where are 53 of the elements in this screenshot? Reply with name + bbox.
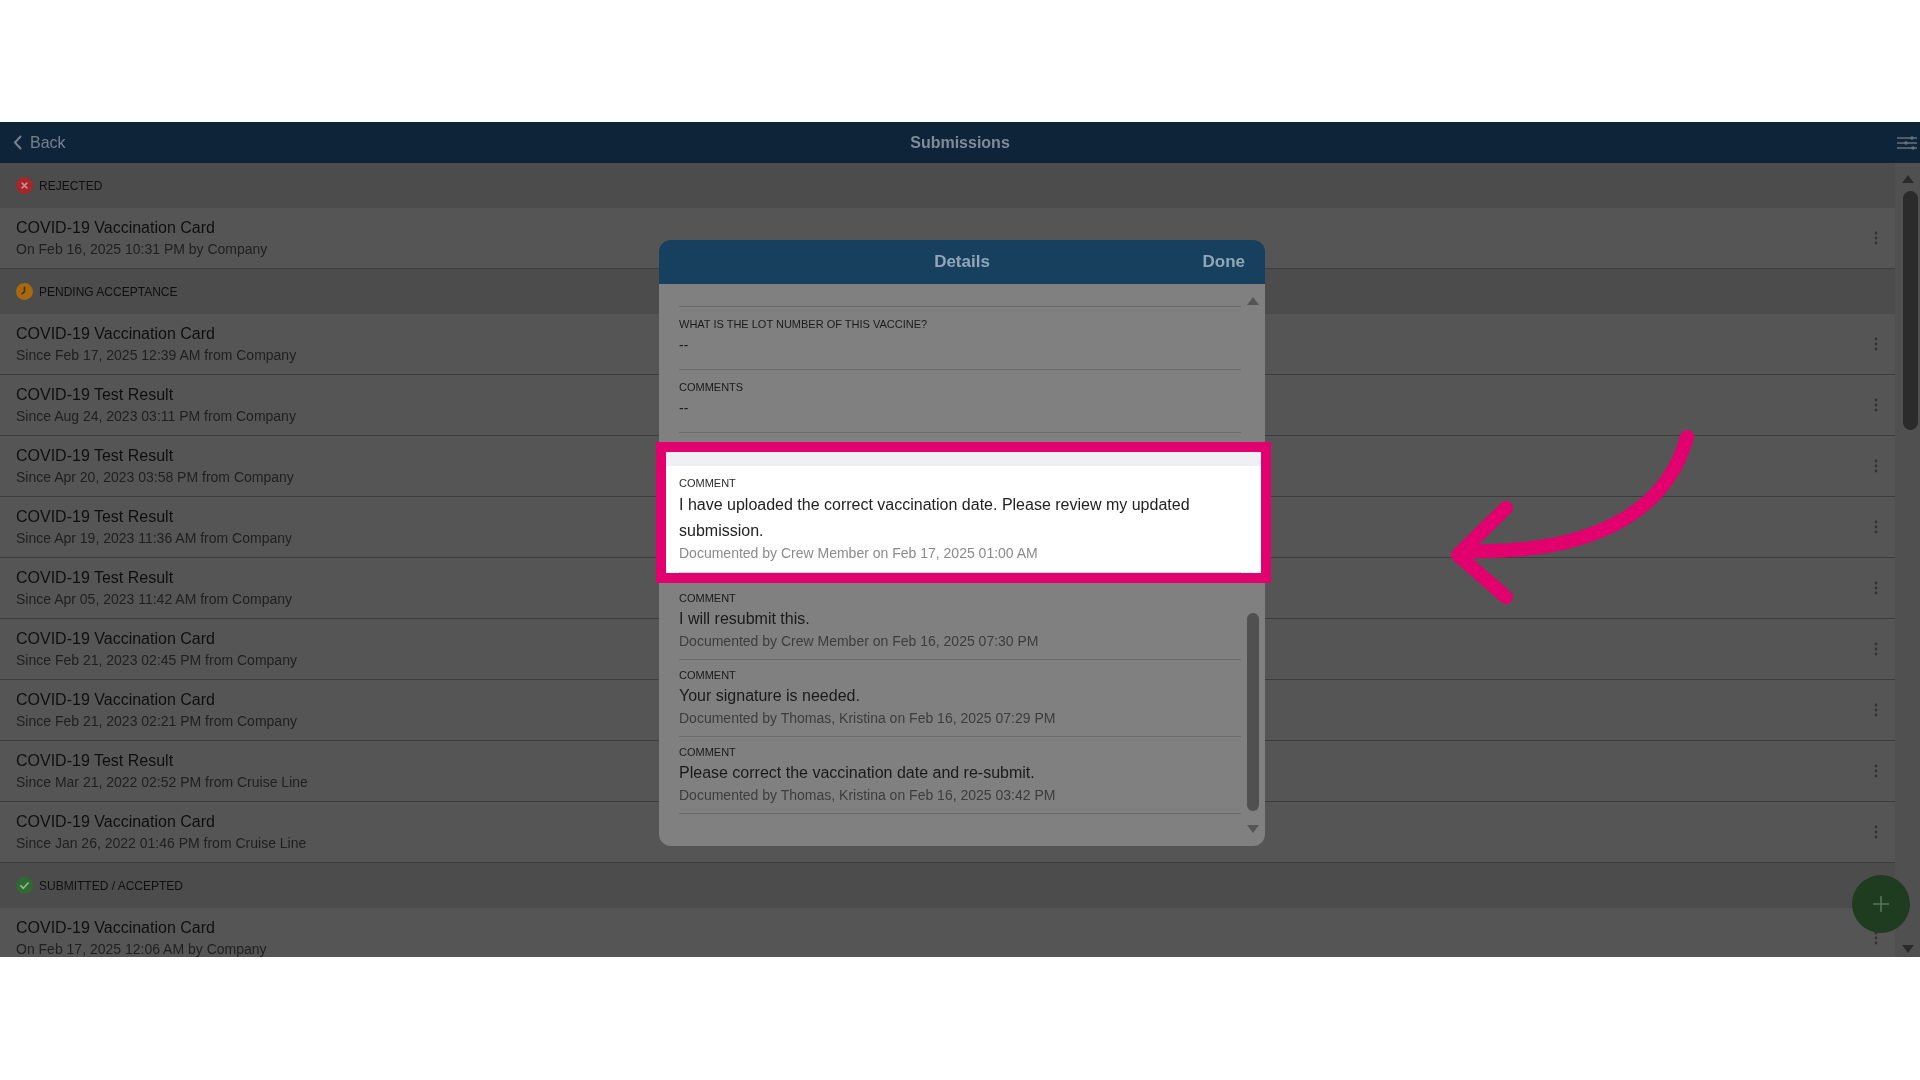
submission-title: COVID-19 Vaccination Card <box>16 812 216 832</box>
sliders-icon[interactable] <box>1896 134 1918 151</box>
submission-title: COVID-19 Test Result <box>16 446 175 466</box>
submission-title: COVID-19 Vaccination Card <box>16 690 216 710</box>
scroll-up-arrow-icon[interactable] <box>1901 175 1914 183</box>
kebab-menu-icon[interactable] <box>1874 825 1878 839</box>
kebab-menu-icon[interactable] <box>1874 764 1878 778</box>
scroll-down-arrow-icon[interactable] <box>1247 825 1259 833</box>
kebab-menu-icon[interactable] <box>1874 231 1878 245</box>
comment-text: I will resubmit this. <box>679 609 811 629</box>
comment-label: COMMENT <box>679 476 737 490</box>
submission-title: COVID-19 Vaccination Card <box>16 218 216 238</box>
kebab-menu-icon[interactable] <box>1874 337 1878 351</box>
kebab-menu-icon[interactable] <box>1874 642 1878 656</box>
field-label: COMMENTS <box>679 380 745 394</box>
comment-meta: Documented by Crew Member on Feb 16, 2025 07:30 PM <box>679 632 1040 650</box>
scrollbar-thumb[interactable] <box>1903 191 1918 430</box>
kebab-menu-icon[interactable] <box>1874 581 1878 595</box>
comment-label: COMMENT <box>679 668 737 682</box>
field-value: -- <box>679 399 690 418</box>
submission-title: COVID-19 Vaccination Card <box>16 918 216 938</box>
back-button[interactable]: Back <box>0 130 66 155</box>
chevron-left-icon <box>13 135 22 150</box>
dialog-title: Details <box>934 251 990 274</box>
comment-meta: Documented by Crew Member on Feb 17, 2025 01:00 AM <box>679 544 1039 562</box>
kebab-menu-icon[interactable] <box>1874 459 1878 473</box>
plus-icon <box>1873 896 1889 912</box>
submission-title: COVID-19 Test Result <box>16 385 175 405</box>
submission-title: COVID-19 Test Result <box>16 568 175 588</box>
comment-text: Your signature is needed. <box>679 686 861 706</box>
submission-title: COVID-19 Vaccination Card <box>16 324 216 344</box>
scroll-up-arrow-icon[interactable] <box>1247 297 1259 305</box>
field-label: WHAT IS THE LOT NUMBER OF THIS VACCINE? <box>679 317 929 331</box>
comment-meta: Documented by Thomas, Kristina on Feb 16, 2025 03:42 PM <box>679 786 1057 804</box>
kebab-menu-icon[interactable] <box>1874 398 1878 412</box>
comment-label: COMMENT <box>679 591 737 605</box>
section-heading: PENDING ACCEPTANCE <box>39 283 178 301</box>
submission-title: COVID-19 Vaccination Card <box>16 629 216 649</box>
comment-text: Please correct the vaccination date and re-submit. <box>679 763 1036 783</box>
kebab-menu-icon[interactable] <box>1874 703 1878 717</box>
scroll-down-arrow-icon[interactable] <box>1901 945 1914 953</box>
kebab-menu-icon[interactable] <box>1874 520 1878 534</box>
section-heading: REJECTED <box>39 177 103 195</box>
submission-title: COVID-19 Test Result <box>16 751 175 771</box>
section-heading: SUBMITTED / ACCEPTED <box>39 877 184 895</box>
done-button[interactable]: Done <box>1202 249 1245 275</box>
submission-title: COVID-19 Test Result <box>16 507 175 527</box>
comment-label: COMMENT <box>679 745 737 759</box>
page-title: Submissions <box>910 132 1010 153</box>
comment-text: I have uploaded the correct vaccination date. Please review my updated submission. <box>679 495 1191 541</box>
scrollbar-thumb[interactable] <box>1247 613 1259 811</box>
comment-meta: Documented by Thomas, Kristina on Feb 16, 2025 07:29 PM <box>679 709 1057 727</box>
field-value: -- <box>679 336 690 355</box>
